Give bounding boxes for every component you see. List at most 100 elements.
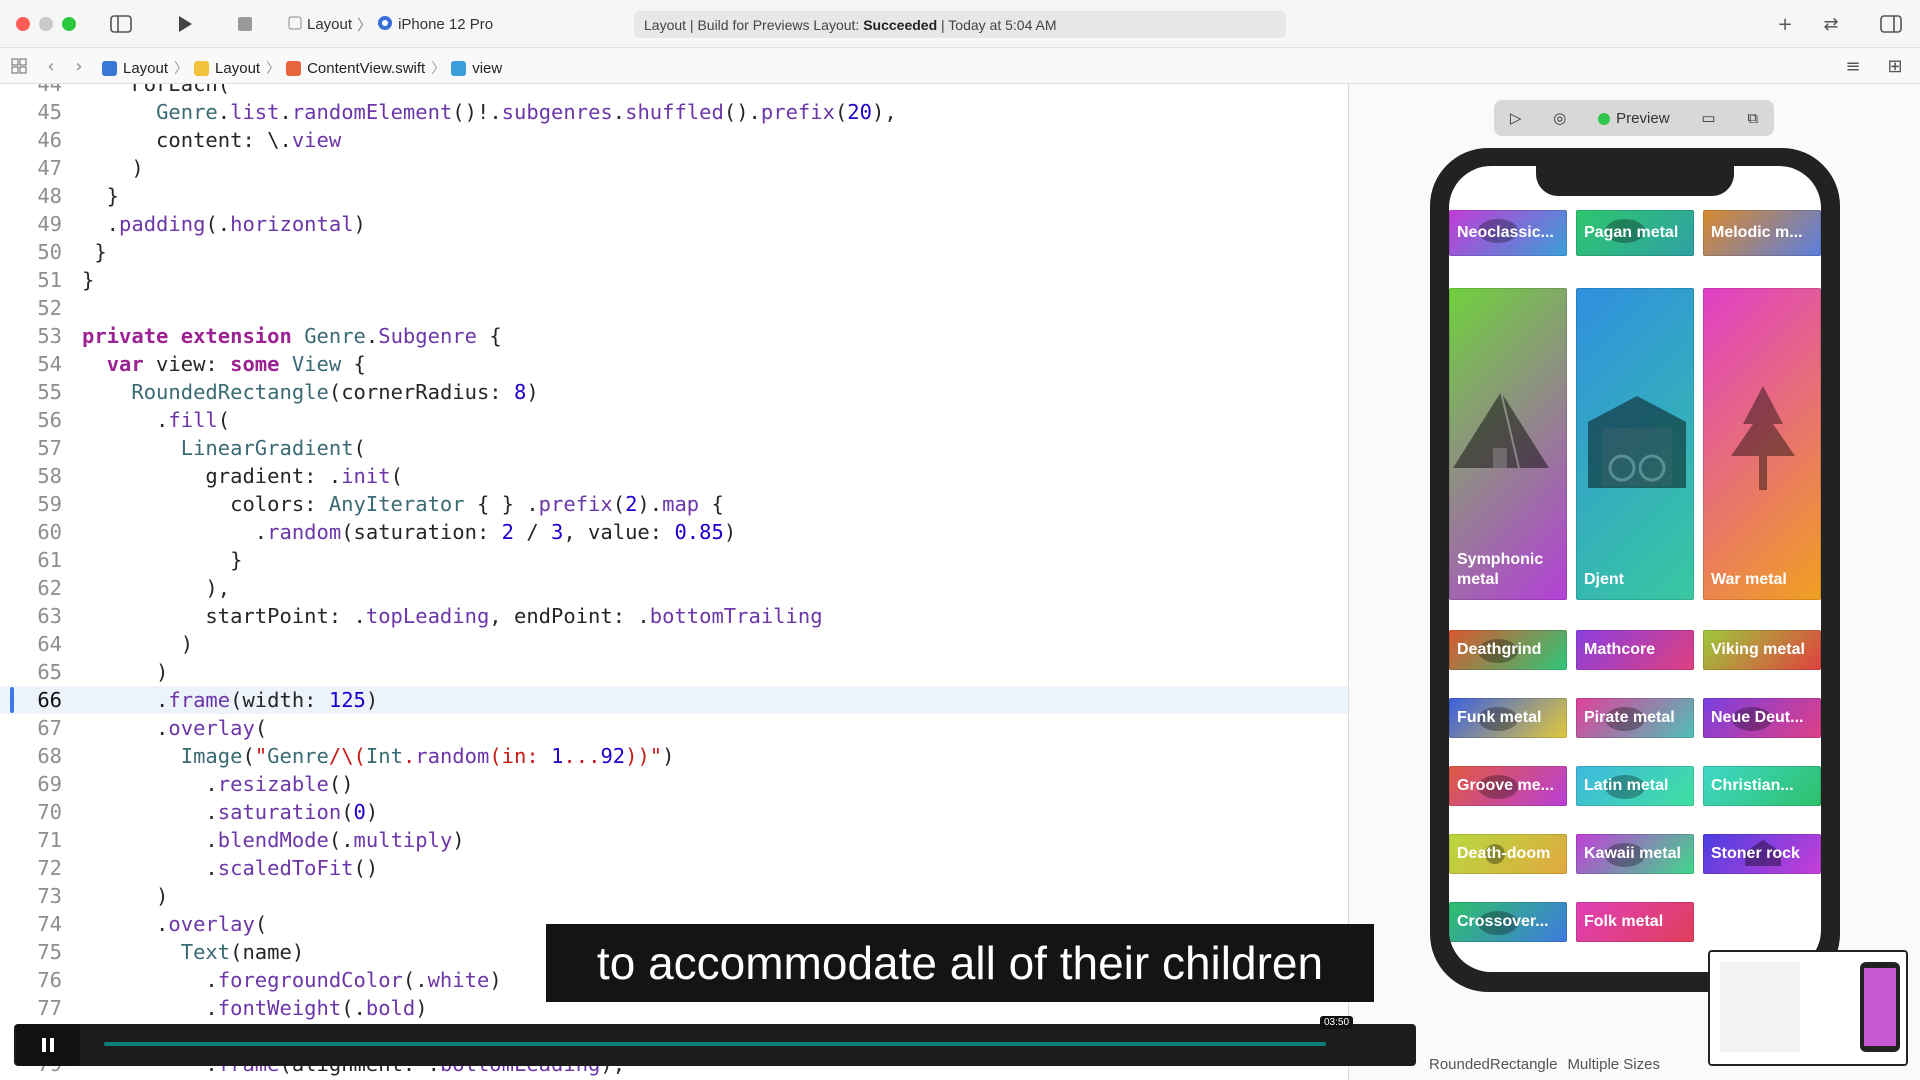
selectable-icon[interactable]: ◎ <box>1553 109 1566 127</box>
zoom-window-button[interactable] <box>62 16 76 31</box>
genre-tile[interactable]: Pagan metal <box>1576 210 1694 256</box>
genre-tile[interactable]: Groove me... <box>1449 766 1567 806</box>
code-line[interactable]: 59 colors: AnyIterator { } .prefix(2).ma… <box>0 490 1348 518</box>
code-line[interactable]: 62 ), <box>0 574 1348 602</box>
code-text: ) <box>82 156 144 180</box>
genre-tile-label: Kawaii metal <box>1584 845 1681 862</box>
run-icon[interactable] <box>174 14 196 34</box>
progress-track[interactable] <box>104 1042 1326 1046</box>
genre-tile-label: War metal <box>1711 571 1787 588</box>
genre-tile[interactable]: Crossover... <box>1449 902 1567 942</box>
code-line[interactable]: 48 } <box>0 182 1348 210</box>
code-line[interactable]: 71 .blendMode(.multiply) <box>0 826 1348 854</box>
breadcrumb-file[interactable]: ContentView.swift <box>307 60 425 77</box>
code-line[interactable]: 65 ) <box>0 658 1348 686</box>
code-line[interactable]: 61 } <box>0 546 1348 574</box>
jump-bar: ‹ › Layout 〉 Layout 〉 ContentView.swift … <box>0 48 1920 84</box>
code-text: Genre.list.randomElement()!.subgenres.sh… <box>156 100 897 124</box>
genre-tile-label: Funk metal <box>1457 709 1542 726</box>
code-line[interactable]: 56 .fill( <box>0 406 1348 434</box>
scheme-selector[interactable]: Layout 〉 iPhone 12 Pro <box>288 14 493 35</box>
genre-tile[interactable]: Symphonic metal <box>1449 288 1567 600</box>
line-number: 55 <box>37 380 62 404</box>
back-icon[interactable]: ‹ <box>40 56 62 77</box>
genre-tile[interactable]: Folk metal <box>1576 902 1694 942</box>
code-line[interactable]: 66 .frame(width: 125) <box>0 686 1348 714</box>
code-line[interactable]: 60 .random(saturation: 2 / 3, value: 0.8… <box>0 518 1348 546</box>
code-line[interactable]: 67 .overlay( <box>0 714 1348 742</box>
breadcrumb-chevron-icon: 〉 <box>266 60 281 76</box>
split-editor-icon[interactable]: ⊞ <box>1884 56 1906 77</box>
device-settings-icon[interactable]: ▭ <box>1701 109 1715 127</box>
line-number: 46 <box>37 128 62 152</box>
code-line[interactable]: 72 .scaledToFit() <box>0 854 1348 882</box>
genre-tile[interactable]: Djent <box>1576 288 1694 600</box>
forward-icon[interactable]: › <box>68 56 90 77</box>
code-line[interactable]: 47 ) <box>0 154 1348 182</box>
code-line[interactable]: 68 Image("Genre/\(Int.random(in: 1...92)… <box>0 742 1348 770</box>
code-line[interactable]: 50 } <box>0 238 1348 266</box>
code-line[interactable]: 54 var view: some View { <box>0 350 1348 378</box>
genre-tile[interactable]: Viking metal <box>1703 630 1821 670</box>
line-number: 77 <box>37 996 62 1020</box>
genre-tile[interactable]: Neoclassic... <box>1449 210 1567 256</box>
code-line[interactable]: 52 <box>0 294 1348 322</box>
code-text: } <box>82 240 107 264</box>
line-number: 71 <box>37 828 62 852</box>
code-line[interactable]: 51} <box>0 266 1348 294</box>
genre-tile[interactable]: Neue Deut... <box>1703 698 1821 738</box>
breadcrumb-folder[interactable]: Layout <box>215 60 260 77</box>
code-line[interactable]: 57 LinearGradient( <box>0 434 1348 462</box>
code-text: .overlay( <box>82 716 268 740</box>
code-line[interactable]: 63 startPoint: .topLeading, endPoint: .b… <box>0 602 1348 630</box>
line-number: 69 <box>37 772 62 796</box>
line-number: 75 <box>37 940 62 964</box>
code-line[interactable]: 44 ForEach( <box>0 84 1348 98</box>
genre-tile[interactable]: War metal <box>1703 288 1821 600</box>
code-line[interactable]: 55 RoundedRectangle(cornerRadius: 8) <box>0 378 1348 406</box>
genre-tile[interactable]: Stoner rock <box>1703 834 1821 874</box>
live-preview-icon[interactable]: ▷ <box>1510 109 1522 127</box>
genre-tile[interactable]: Pirate metal <box>1576 698 1694 738</box>
line-number: 65 <box>37 660 62 684</box>
genre-tile[interactable]: Melodic m... <box>1703 210 1821 256</box>
genre-tile[interactable]: Latin metal <box>1576 766 1694 806</box>
code-text: RoundedRectangle(cornerRadius: 8) <box>131 380 539 404</box>
code-line[interactable]: 53 private extension Genre.Subgenre { <box>0 322 1348 350</box>
line-number: 53 <box>37 324 62 348</box>
code-line[interactable]: 58 gradient: .init( <box>0 462 1348 490</box>
code-line[interactable]: 64 ) <box>0 630 1348 658</box>
duplicate-preview-icon[interactable]: ⧉ <box>1747 110 1758 127</box>
code-text: startPoint: .topLeading, endPoint: .bott… <box>82 604 823 628</box>
code-line[interactable]: 73 ) <box>0 882 1348 910</box>
code-line[interactable]: 70 .saturation(0) <box>0 798 1348 826</box>
navigator-toggle-icon[interactable] <box>110 14 132 34</box>
stop-icon[interactable] <box>234 14 256 34</box>
genre-tile-label: Death-doom <box>1457 845 1551 862</box>
code-text: .foregroundColor(.white) <box>82 968 502 992</box>
genre-tile[interactable]: Mathcore <box>1576 630 1694 670</box>
minimize-window-button[interactable] <box>39 16 53 31</box>
genre-tile[interactable]: Christian... <box>1703 766 1821 806</box>
add-icon[interactable]: + <box>1774 14 1796 35</box>
breadcrumb-symbol[interactable]: view <box>472 60 502 77</box>
genre-tile[interactable]: Kawaii metal <box>1576 834 1694 874</box>
code-text: var view: some View { <box>106 352 366 376</box>
genre-tile[interactable]: Funk metal <box>1449 698 1567 738</box>
pause-button[interactable] <box>16 1024 80 1066</box>
code-text: colors: AnyIterator { } .prefix(2).map { <box>82 492 724 516</box>
code-line[interactable]: 46 content: \.view <box>0 126 1348 154</box>
code-text: ) <box>82 632 194 656</box>
genre-tile[interactable]: Deathgrind <box>1449 630 1567 670</box>
code-line[interactable]: 49 .padding(.horizontal) <box>0 210 1348 238</box>
close-window-button[interactable] <box>16 16 30 31</box>
breadcrumb-project[interactable]: Layout <box>123 60 168 77</box>
inspector-toggle-icon[interactable] <box>1880 14 1902 34</box>
line-number: 52 <box>37 296 62 320</box>
code-review-icon[interactable]: ⇄ <box>1820 14 1842 35</box>
code-line[interactable]: 45 Genre.list.randomElement()!.subgenres… <box>0 98 1348 126</box>
genre-tile[interactable]: Death-doom <box>1449 834 1567 874</box>
related-items-icon[interactable] <box>8 56 30 76</box>
editor-options-icon[interactable]: ≡ <box>1842 56 1864 77</box>
code-line[interactable]: 69 .resizable() <box>0 770 1348 798</box>
